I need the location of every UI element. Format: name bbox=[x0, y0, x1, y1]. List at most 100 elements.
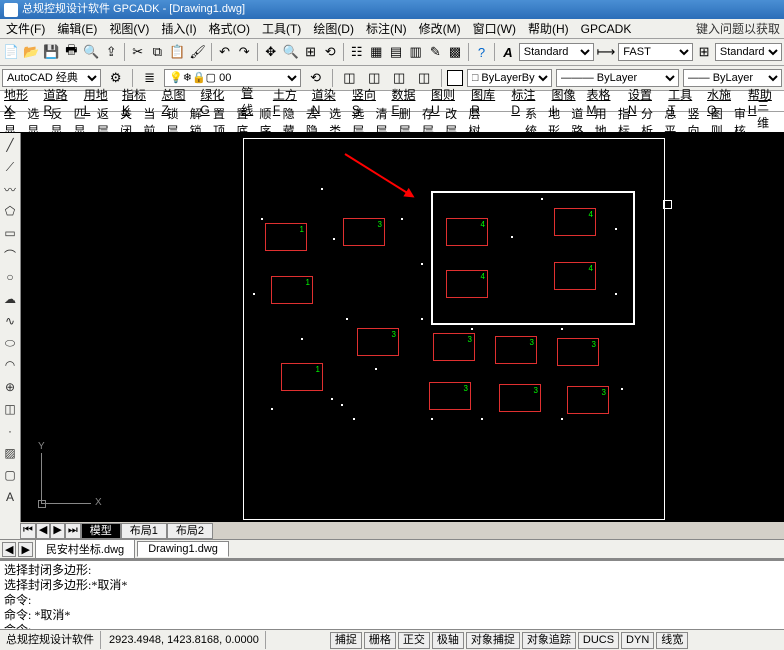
tab-layout1[interactable]: 布局1 bbox=[121, 523, 167, 539]
line-icon[interactable]: ╱ bbox=[2, 137, 18, 153]
text-style-select[interactable]: Standard bbox=[519, 43, 594, 61]
color-select[interactable]: □ ByLayerByLayer bbox=[467, 69, 552, 87]
snap-toggle[interactable]: 捕捉 bbox=[330, 632, 362, 649]
tpalette-icon[interactable]: ▤ bbox=[387, 41, 405, 63]
building-rect[interactable]: 1 bbox=[271, 276, 313, 304]
menu-dim[interactable]: 标注(N) bbox=[360, 20, 413, 37]
undo-icon[interactable]: ↶ bbox=[216, 41, 234, 63]
linetype-select[interactable]: ——— ByLayer bbox=[556, 69, 679, 87]
building-rect[interactable]: 4 bbox=[554, 262, 596, 290]
layer-select[interactable]: 💡❄🔒▢ 00 bbox=[164, 69, 301, 87]
cut-icon[interactable]: ✂ bbox=[129, 41, 147, 63]
menu-help[interactable]: 帮助(H) bbox=[522, 20, 575, 37]
menu-modify[interactable]: 修改(M) bbox=[413, 20, 467, 37]
building-rect[interactable]: 4 bbox=[554, 208, 596, 236]
calc-icon[interactable]: ▩ bbox=[446, 41, 464, 63]
menu-edit[interactable]: 编辑(E) bbox=[51, 20, 103, 37]
ducs-toggle[interactable]: DUCS bbox=[578, 632, 619, 649]
preview-icon[interactable]: 🔍 bbox=[82, 41, 100, 63]
lwt-toggle[interactable]: 线宽 bbox=[656, 632, 688, 649]
grip-marker[interactable] bbox=[663, 200, 672, 209]
arc-icon[interactable]: ⌒ bbox=[2, 247, 18, 263]
circle-icon[interactable]: ○ bbox=[2, 269, 18, 285]
building-rect[interactable]: 3 bbox=[429, 382, 471, 410]
building-rect[interactable]: 3 bbox=[567, 386, 609, 414]
markup-icon[interactable]: ✎ bbox=[427, 41, 445, 63]
revcloud-icon[interactable]: ☁ bbox=[2, 291, 18, 307]
building-rect[interactable]: 1 bbox=[281, 363, 323, 391]
osnap-toggle[interactable]: 对象捕捉 bbox=[466, 632, 520, 649]
textstyle-icon[interactable]: A bbox=[499, 41, 517, 63]
file-tab-1[interactable]: 民安村坐标.dwg bbox=[35, 539, 135, 559]
ellipse-icon[interactable]: ⬭ bbox=[2, 335, 18, 351]
drawing-canvas[interactable]: Y X 134414433331333 bbox=[21, 133, 784, 539]
polygon-icon[interactable]: ⬠ bbox=[2, 203, 18, 219]
mtext-icon[interactable]: A bbox=[2, 489, 18, 505]
building-rect[interactable]: 3 bbox=[499, 384, 541, 412]
point-icon[interactable]: · bbox=[2, 423, 18, 439]
building-rect[interactable]: 1 bbox=[265, 223, 307, 251]
ortho-toggle[interactable]: 正交 bbox=[398, 632, 430, 649]
otrack-toggle[interactable]: 对象追踪 bbox=[522, 632, 576, 649]
dim-style-select[interactable]: FAST bbox=[618, 43, 693, 61]
menu-view[interactable]: 视图(V) bbox=[103, 20, 155, 37]
tab-model[interactable]: 模型 bbox=[81, 523, 121, 539]
building-rect[interactable]: 3 bbox=[557, 338, 599, 366]
file-nav-prev[interactable]: ◀ bbox=[2, 542, 16, 557]
file-nav-next[interactable]: ▶ bbox=[18, 542, 32, 557]
polar-toggle[interactable]: 极轴 bbox=[432, 632, 464, 649]
building-rect[interactable]: 4 bbox=[446, 270, 488, 298]
match-icon[interactable]: 🖌 bbox=[188, 41, 207, 63]
menu-file[interactable]: 文件(F) bbox=[0, 20, 51, 37]
menu-draw[interactable]: 绘图(D) bbox=[307, 20, 360, 37]
zoom-prev-icon[interactable]: ⟲ bbox=[321, 41, 339, 63]
paste-icon[interactable]: 📋 bbox=[168, 41, 186, 63]
open-icon[interactable]: 📂 bbox=[22, 41, 40, 63]
hatch-icon[interactable]: ▨ bbox=[2, 445, 18, 461]
color-swatch[interactable] bbox=[447, 70, 462, 86]
tab-nav-first[interactable]: ⏮ bbox=[20, 523, 36, 539]
menu-format[interactable]: 格式(O) bbox=[203, 20, 256, 37]
print-icon[interactable]: 🖶 bbox=[63, 41, 81, 63]
zoom-rt-icon[interactable]: 🔍 bbox=[282, 41, 300, 63]
command-window[interactable]: 选择封闭多边形: 选择封闭多边形:*取消* 命令: 命令: *取消* 命令: bbox=[0, 559, 784, 629]
building-rect[interactable]: 3 bbox=[343, 218, 385, 246]
tablestyle-icon[interactable]: ⊞ bbox=[695, 41, 713, 63]
pline-icon[interactable]: 〰 bbox=[2, 181, 18, 197]
tab-nav-next[interactable]: ▶ bbox=[50, 523, 64, 539]
publish-icon[interactable]: ⇪ bbox=[102, 41, 120, 63]
help-icon[interactable]: ? bbox=[473, 41, 491, 63]
redo-icon[interactable]: ↷ bbox=[235, 41, 253, 63]
file-tab-2[interactable]: Drawing1.dwg bbox=[137, 541, 229, 557]
region-icon[interactable]: ▢ bbox=[2, 467, 18, 483]
table-style-select[interactable]: Standard bbox=[715, 43, 782, 61]
sheet-icon[interactable]: ▥ bbox=[407, 41, 425, 63]
pan-icon[interactable]: ✥ bbox=[262, 41, 280, 63]
help-hint[interactable]: 键入问题以获取 bbox=[690, 20, 784, 37]
insert-icon[interactable]: ⊕ bbox=[2, 379, 18, 395]
dcenter-icon[interactable]: ▦ bbox=[367, 41, 385, 63]
building-rect[interactable]: 3 bbox=[357, 328, 399, 356]
ellipsearc-icon[interactable]: ◠ bbox=[2, 357, 18, 373]
xline-icon[interactable]: ⟋ bbox=[2, 159, 18, 175]
save-icon[interactable]: 💾 bbox=[42, 41, 60, 63]
copy-icon[interactable]: ⧉ bbox=[149, 41, 167, 63]
tab-nav-prev[interactable]: ◀ bbox=[36, 523, 50, 539]
spline-icon[interactable]: ∿ bbox=[2, 313, 18, 329]
dimstyle-icon[interactable]: ⟼ bbox=[596, 41, 617, 63]
dyn-toggle[interactable]: DYN bbox=[621, 632, 654, 649]
new-icon[interactable]: 📄 bbox=[2, 41, 20, 63]
menu-tools[interactable]: 工具(T) bbox=[256, 20, 307, 37]
building-rect[interactable]: 3 bbox=[433, 333, 475, 361]
props-icon[interactable]: ☷ bbox=[348, 41, 366, 63]
rect-icon[interactable]: ▭ bbox=[2, 225, 18, 241]
lineweight-select[interactable]: —— ByLayer bbox=[683, 69, 782, 87]
menu-insert[interactable]: 插入(I) bbox=[155, 20, 202, 37]
tab-layout2[interactable]: 布局2 bbox=[167, 523, 213, 539]
workspace-select[interactable]: AutoCAD 经典 bbox=[2, 69, 101, 87]
menu-gpcadk[interactable]: GPCADK bbox=[575, 22, 638, 36]
block-icon[interactable]: ◫ bbox=[2, 401, 18, 417]
zoom-win-icon[interactable]: ⊞ bbox=[302, 41, 320, 63]
building-rect[interactable]: 4 bbox=[446, 218, 488, 246]
building-rect[interactable]: 3 bbox=[495, 336, 537, 364]
